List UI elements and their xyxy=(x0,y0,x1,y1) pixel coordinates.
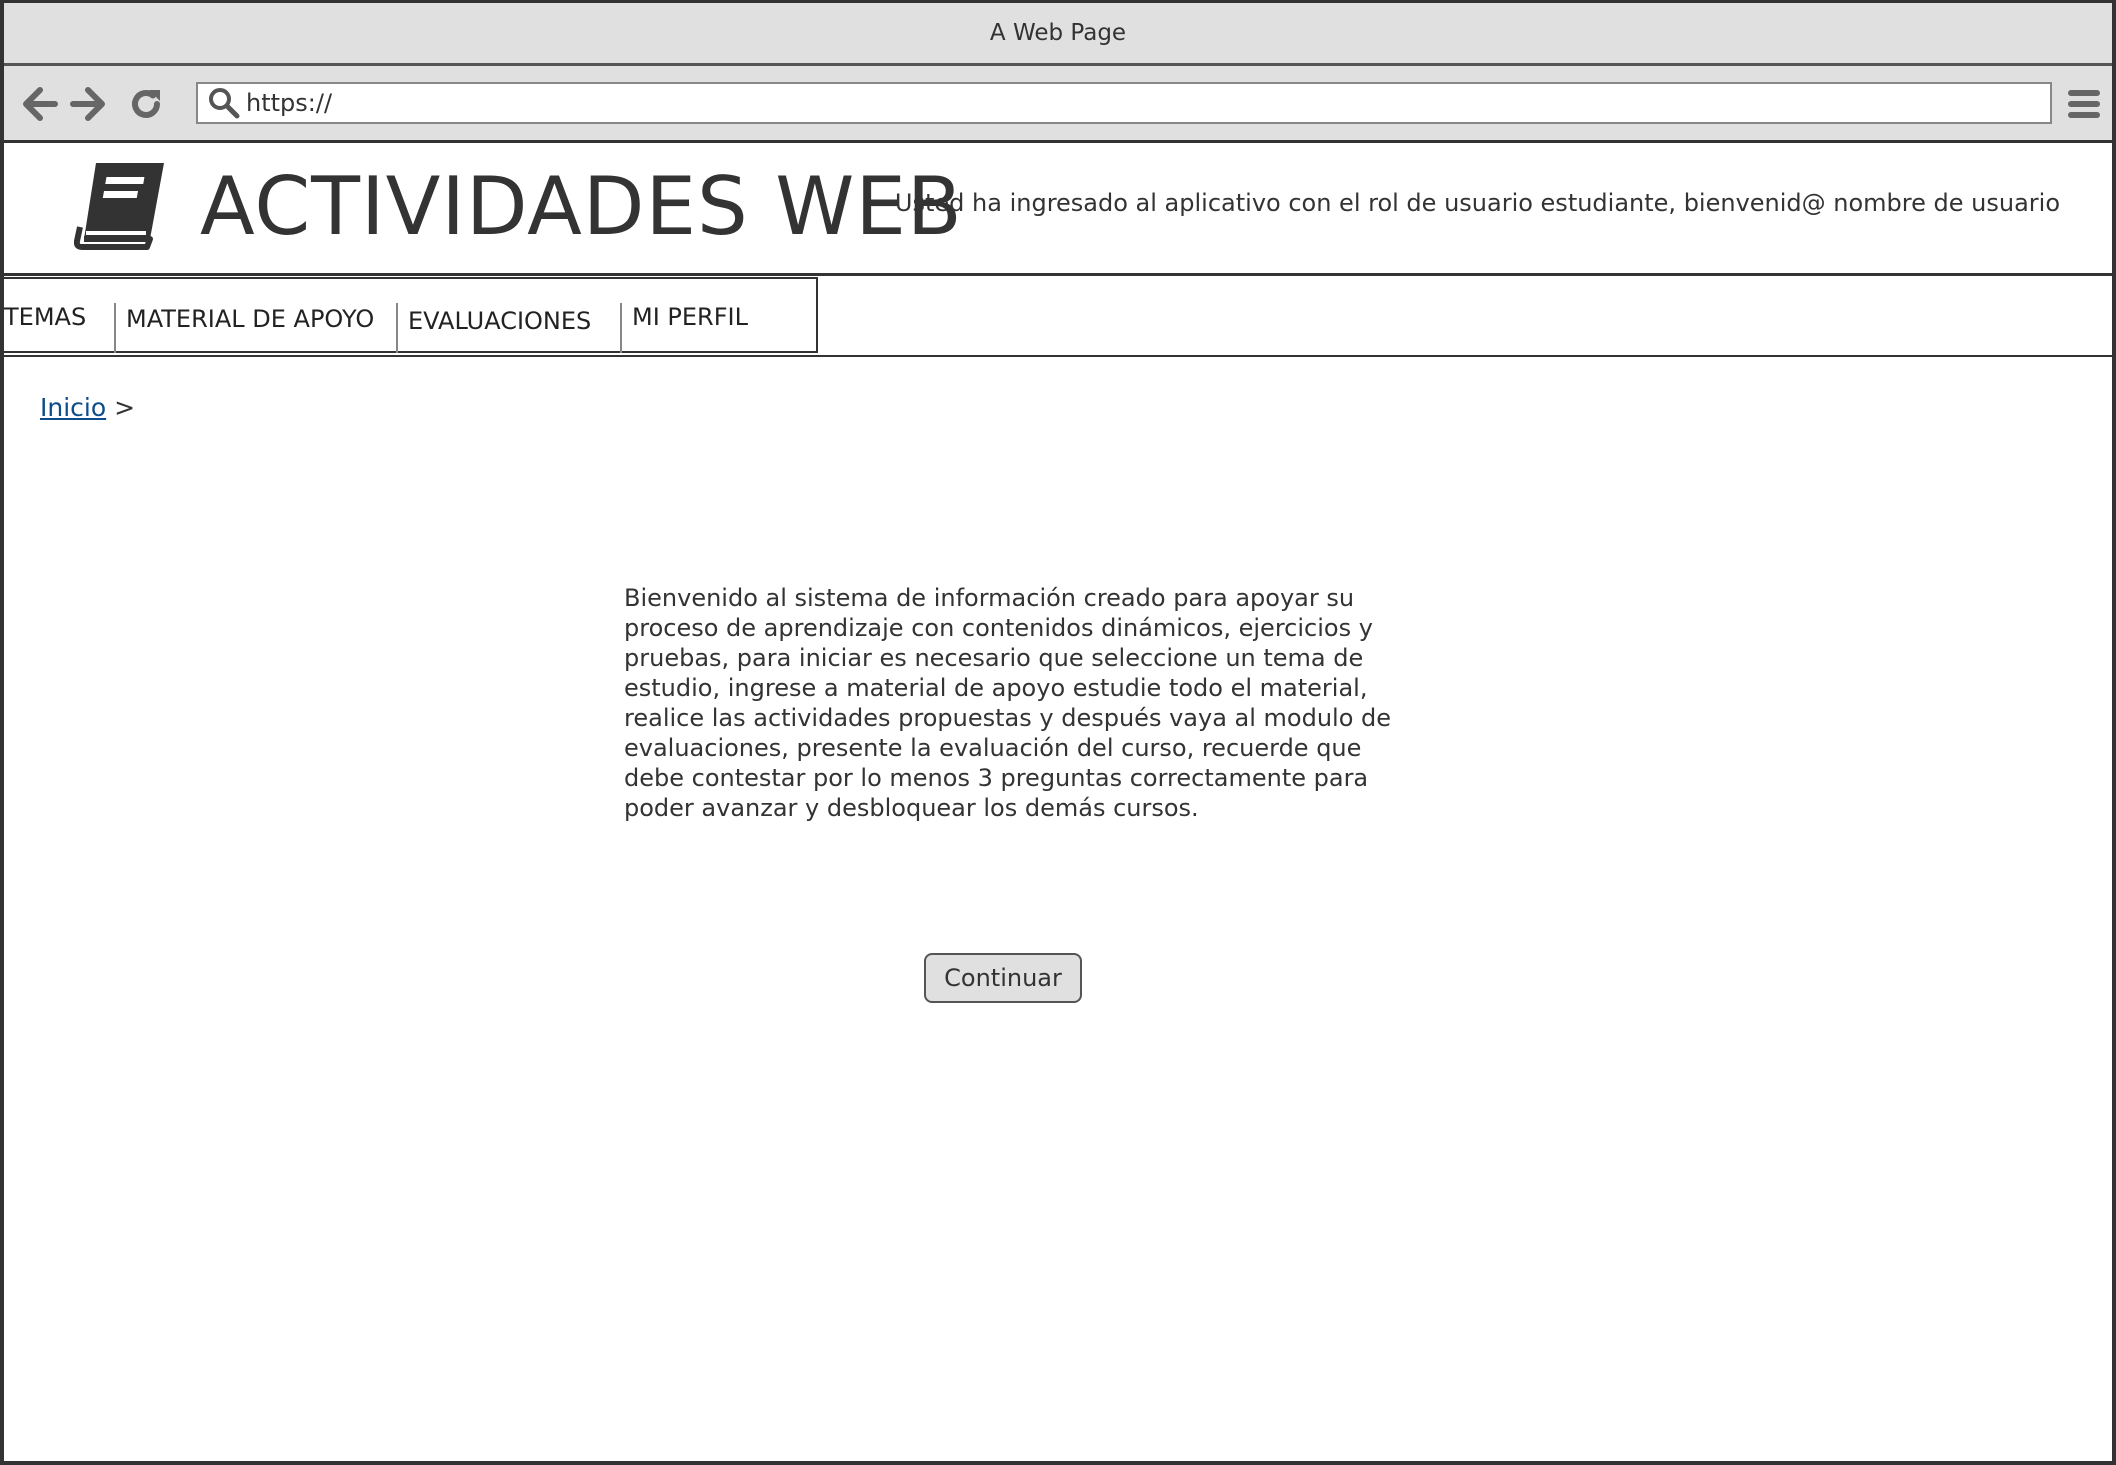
tab-label: TEMAS xyxy=(4,303,87,331)
tab-divider xyxy=(396,303,398,353)
breadcrumb: Inicio > xyxy=(40,393,135,422)
page-header: ACTIVIDADES WEB Usted ha ingresado al ap… xyxy=(4,143,2112,276)
tab-divider xyxy=(620,303,622,353)
book-icon xyxy=(73,157,170,253)
reload-icon[interactable] xyxy=(126,84,166,124)
tab-mi-perfil[interactable]: MI PERFIL xyxy=(632,303,748,355)
search-icon xyxy=(204,83,244,123)
intro-text: Bienvenido al sistema de información cre… xyxy=(624,584,1392,822)
continue-button[interactable]: Continuar xyxy=(924,953,1082,1003)
window-title: A Web Page xyxy=(989,20,1127,46)
breadcrumb-separator: > xyxy=(114,393,136,422)
browser-window: A Web Page https:// ACTIVIDADES WEB Uste… xyxy=(0,0,2116,1465)
hamburger-menu-icon[interactable] xyxy=(2066,86,2102,122)
tab-material-de-apoyo[interactable]: MATERIAL DE APOYO xyxy=(126,305,374,357)
tab-divider xyxy=(114,303,116,353)
address-bar[interactable]: https:// xyxy=(196,82,2052,124)
welcome-message: Usted ha ingresado al aplicativo con el … xyxy=(894,189,2060,217)
tab-label: MI PERFIL xyxy=(632,303,748,331)
tab-label: MATERIAL DE APOYO xyxy=(126,305,375,333)
browser-toolbar: https:// xyxy=(4,66,2112,143)
url-text: https:// xyxy=(246,89,333,117)
window-title-bar: A Web Page xyxy=(4,3,2112,66)
main-nav-tabs: TEMAS MATERIAL DE APOYO EVALUACIONES MI … xyxy=(4,277,818,355)
arrow-left-icon[interactable] xyxy=(20,84,60,124)
main-content: Inicio > Bienvenido al sistema de inform… xyxy=(4,355,2112,1461)
breadcrumb-home-link[interactable]: Inicio xyxy=(40,393,106,422)
tab-label: EVALUACIONES xyxy=(408,307,592,335)
arrow-right-icon[interactable] xyxy=(68,84,108,124)
tab-temas[interactable]: TEMAS xyxy=(4,303,86,355)
site-title: ACTIVIDADES WEB xyxy=(200,160,963,253)
tab-evaluaciones[interactable]: EVALUACIONES xyxy=(408,307,591,359)
